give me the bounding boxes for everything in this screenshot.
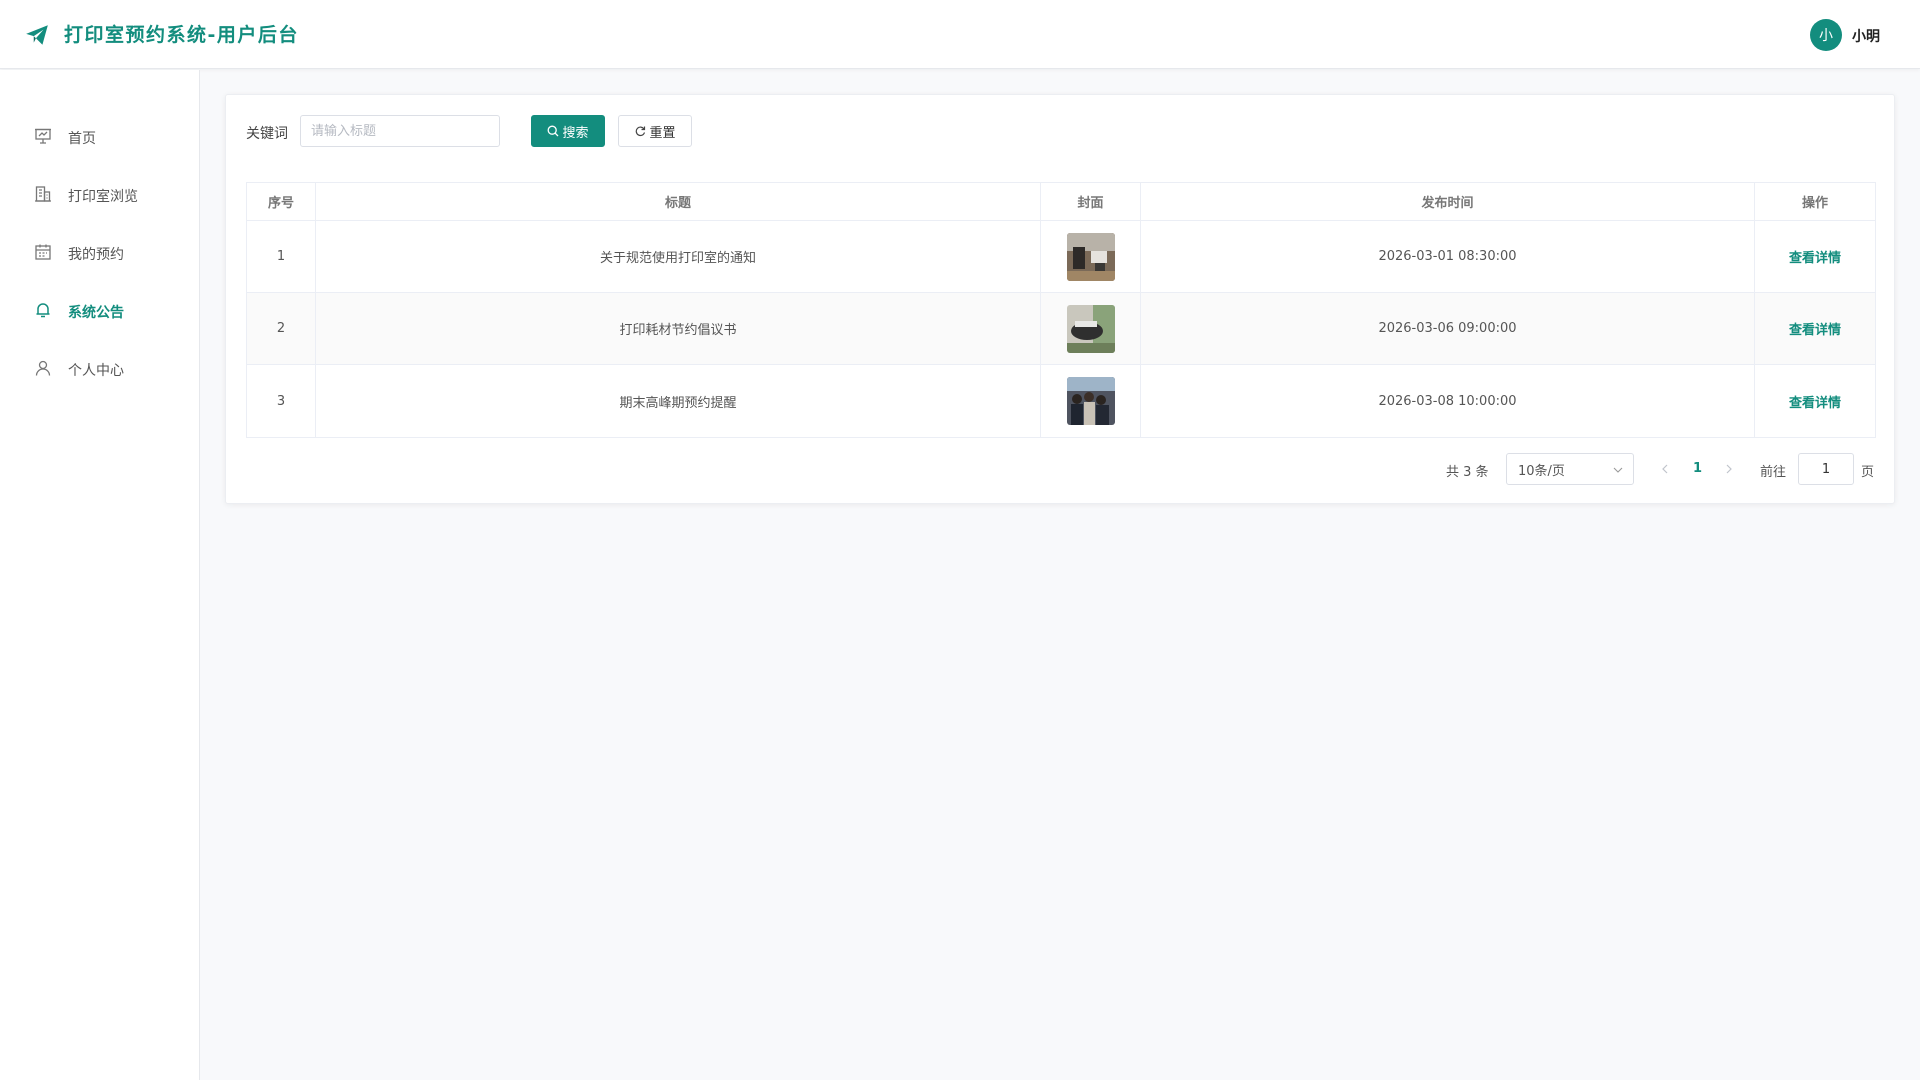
column-header-action: 操作 — [1801, 196, 1828, 211]
row-index: 1 — [247, 221, 316, 292]
pagination-goto-input[interactable] — [1798, 453, 1854, 485]
row-action-cell: 查看详情 — [1755, 365, 1875, 437]
table-row: 1 关于规范使用打印室的通知 2026-03-01 08:30:00 查看详情 — [247, 221, 1875, 293]
bell-icon — [36, 303, 50, 318]
page-size-value: 10条/页 — [1518, 463, 1565, 479]
sidebar: 首页 打印室浏览 我的预约 系统公告 个人中心 — [0, 70, 200, 1080]
view-details-link[interactable]: 查看详情 — [1789, 392, 1841, 411]
row-cover — [1041, 293, 1141, 364]
announcement-card: 关键词 搜索 重置 序号 标题 封面 发布时间 操作 1 关于规范使用打印室的通… — [225, 94, 1895, 504]
pagination-goto-label: 前往 — [1760, 465, 1787, 480]
username[interactable]: 小明 — [1852, 26, 1880, 46]
building-icon — [35, 186, 51, 202]
sidebar-item-label: 个人中心 — [68, 363, 124, 379]
pagination-total: 共 3 条 — [1446, 465, 1489, 480]
row-title: 期末高峰期预约提醒 — [316, 365, 1041, 437]
column-header-index: 序号 — [247, 183, 316, 220]
row-published-time: 2026-03-01 08:30:00 — [1141, 221, 1755, 292]
sidebar-item-my-reservations[interactable]: 我的预约 — [0, 231, 199, 275]
column-header-cover: 封面 — [1041, 183, 1141, 220]
cover-thumbnail[interactable] — [1066, 304, 1115, 353]
cover-thumbnail[interactable] — [1066, 232, 1115, 281]
table-row: 3 期末高峰期预约提醒 2026-03-08 10:00:00 查看详情 — [247, 365, 1875, 437]
row-action-cell: 查看详情 — [1755, 293, 1875, 364]
pagination-current-page[interactable]: 1 — [1693, 461, 1702, 476]
sidebar-item-label: 系统公告 — [68, 305, 124, 321]
sidebar-item-announcements[interactable]: 系统公告 — [0, 289, 199, 333]
row-cover — [1041, 365, 1141, 437]
row-title: 打印耗材节约倡议书 — [316, 293, 1041, 364]
pagination-page-suffix: 页 — [1861, 465, 1875, 480]
user-icon — [35, 360, 51, 376]
refresh-icon — [636, 126, 646, 137]
sidebar-item-label: 打印室浏览 — [68, 189, 138, 205]
cover-thumbnail[interactable] — [1066, 377, 1115, 425]
avatar[interactable]: 小 — [1810, 19, 1842, 51]
chevron-left-icon[interactable] — [1658, 459, 1672, 479]
search-icon — [548, 125, 559, 137]
table-header-row: 序号 标题 封面 发布时间 操作 — [247, 183, 1875, 221]
top-header: 打印室预约系统-用户后台 小 小明 — [0, 0, 1920, 69]
row-published-time: 2026-03-08 10:00:00 — [1141, 365, 1755, 437]
table-row: 2 打印耗材节约倡议书 2026-03-06 09:00:00 查看详情 — [247, 293, 1875, 365]
announcement-table: 序号 标题 封面 发布时间 操作 1 关于规范使用打印室的通知 2026-03-… — [246, 182, 1876, 438]
sidebar-item-home[interactable]: 首页 — [0, 115, 199, 159]
keyword-input[interactable] — [300, 115, 500, 147]
reset-button-label: 重置 — [649, 125, 676, 141]
calendar-icon — [35, 244, 51, 260]
view-details-link[interactable]: 查看详情 — [1789, 247, 1841, 266]
column-header-published: 发布时间 — [1141, 183, 1755, 220]
sidebar-item-printroom-browse[interactable]: 打印室浏览 — [0, 173, 199, 217]
row-index: 2 — [247, 293, 316, 364]
presentation-board-icon — [35, 128, 51, 144]
row-title: 关于规范使用打印室的通知 — [316, 221, 1041, 292]
sidebar-item-label: 我的预约 — [68, 247, 124, 263]
sidebar-item-profile[interactable]: 个人中心 — [0, 347, 199, 391]
page-size-select[interactable]: 10条/页 — [1506, 453, 1634, 485]
row-index: 3 — [247, 365, 316, 437]
sidebar-item-label: 首页 — [68, 131, 96, 147]
row-published-time: 2026-03-06 09:00:00 — [1141, 293, 1755, 364]
row-cover — [1041, 221, 1141, 292]
keyword-label: 关键词 — [246, 126, 288, 142]
search-button-label: 搜索 — [562, 125, 589, 141]
row-action-cell: 查看详情 — [1755, 221, 1875, 292]
reset-button[interactable]: 重置 — [618, 115, 692, 147]
view-details-link[interactable]: 查看详情 — [1789, 319, 1841, 338]
chevron-down-icon — [1613, 467, 1623, 473]
paper-plane-icon — [26, 25, 48, 45]
search-button[interactable]: 搜索 — [531, 115, 605, 147]
chevron-right-icon[interactable] — [1722, 459, 1736, 479]
app-title: 打印室预约系统-用户后台 — [64, 24, 299, 46]
column-header-title: 标题 — [316, 183, 1041, 220]
